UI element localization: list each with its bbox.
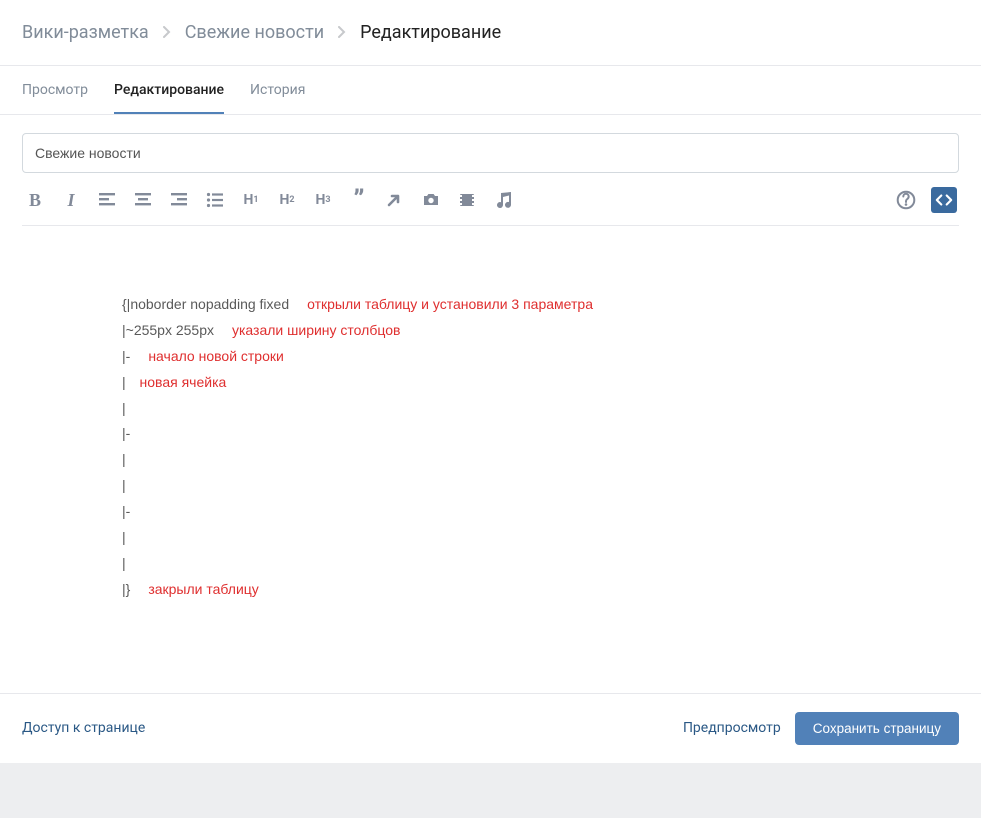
- photo-button[interactable]: [420, 189, 442, 211]
- chevron-right-icon: [338, 22, 346, 43]
- breadcrumb-current: Редактирование: [360, 22, 501, 43]
- annotation: новая ячейка: [140, 374, 227, 390]
- save-button[interactable]: Сохранить страницу: [795, 712, 959, 745]
- tab-bar: Просмотр Редактирование История: [0, 66, 981, 115]
- align-right-button[interactable]: [168, 189, 190, 211]
- annotation: закрыли таблицу: [148, 581, 259, 597]
- code-text: |~255px 255px: [122, 322, 214, 338]
- code-text: |: [122, 529, 126, 545]
- h3-button[interactable]: H3: [312, 189, 334, 211]
- chevron-right-icon: [163, 22, 171, 43]
- footer: Доступ к странице Предпросмотр Сохранить…: [0, 693, 981, 763]
- page-title-input[interactable]: [22, 133, 959, 173]
- link-button[interactable]: [384, 189, 406, 211]
- annotation: открыли таблицу и установили 3 параметра: [307, 296, 593, 312]
- breadcrumb-link-wiki[interactable]: Вики-разметка: [22, 22, 149, 43]
- breadcrumb: Вики-разметка Свежие новости Редактирова…: [0, 0, 981, 66]
- code-text: |: [122, 477, 126, 493]
- tab-edit[interactable]: Редактирование: [114, 66, 224, 114]
- align-left-button[interactable]: [96, 189, 118, 211]
- help-button[interactable]: [895, 189, 917, 211]
- toolbar: В I H1 H2 H3 ”: [22, 173, 959, 226]
- preview-link[interactable]: Предпросмотр: [683, 720, 781, 736]
- h1-button[interactable]: H1: [240, 189, 262, 211]
- bulleted-list-button[interactable]: [204, 189, 226, 211]
- code-text: |}: [122, 581, 130, 597]
- audio-button[interactable]: [492, 189, 514, 211]
- code-text: |-: [122, 348, 130, 364]
- h2-button[interactable]: H2: [276, 189, 298, 211]
- code-text: |-: [122, 503, 130, 519]
- video-button[interactable]: [456, 189, 478, 211]
- breadcrumb-link-page[interactable]: Свежие новости: [185, 22, 324, 43]
- annotation: указали ширину столбцов: [232, 322, 400, 338]
- code-text: |-: [122, 425, 130, 441]
- bold-button[interactable]: В: [24, 189, 46, 211]
- quote-button[interactable]: ”: [348, 189, 370, 211]
- code-text: |: [122, 374, 130, 390]
- page-access-link[interactable]: Доступ к странице: [22, 720, 145, 736]
- editor-content[interactable]: {|noborder nopadding fixed открыли таблиц…: [22, 226, 959, 693]
- italic-button[interactable]: I: [60, 189, 82, 211]
- code-text: |: [122, 451, 126, 467]
- code-text: |: [122, 400, 126, 416]
- wiki-markup-button[interactable]: [931, 187, 957, 213]
- code-text: {|noborder nopadding fixed: [122, 296, 289, 312]
- align-center-button[interactable]: [132, 189, 154, 211]
- annotation: начало новой строки: [148, 348, 284, 364]
- code-text: |: [122, 555, 126, 571]
- tab-view[interactable]: Просмотр: [22, 66, 88, 114]
- tab-history[interactable]: История: [250, 66, 305, 114]
